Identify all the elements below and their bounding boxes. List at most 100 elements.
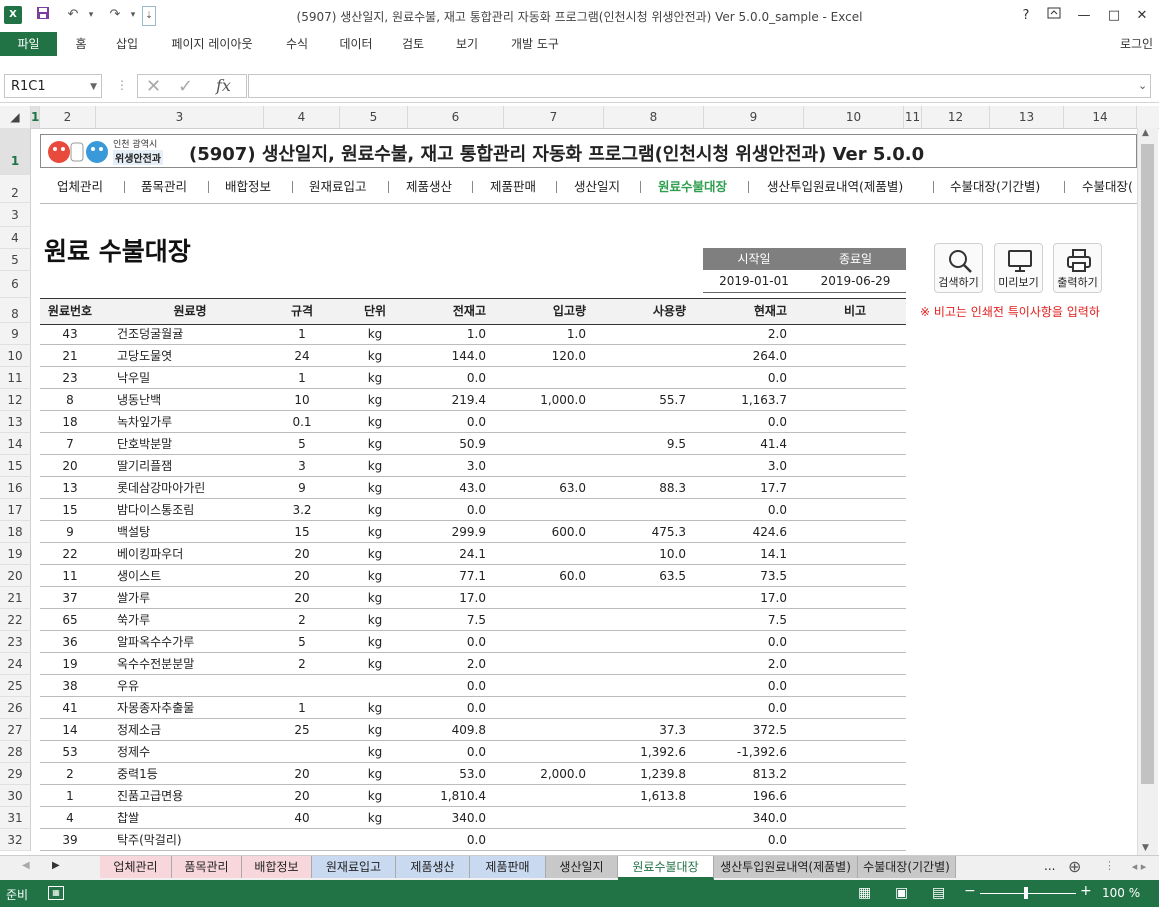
tab-page-layout[interactable]: 페이지 레이아웃 [160,32,264,56]
select-all-corner[interactable]: ◢ [0,106,31,128]
column-header[interactable]: 10 [804,106,904,128]
row-header[interactable]: 8 [0,298,31,323]
cell-current-stock[interactable]: 3.0 [700,455,787,477]
cell-received[interactable] [500,675,586,697]
cell-remarks[interactable] [800,741,910,763]
tab-data[interactable]: 데이터 [334,32,378,56]
cell-used[interactable] [600,807,686,829]
cell-unit[interactable]: kg [345,763,405,785]
cell-unit[interactable]: kg [345,345,405,367]
cell-received[interactable] [500,785,586,807]
cell-unit[interactable] [345,829,405,851]
cell-spec[interactable]: 20 [272,785,332,807]
cell-used[interactable] [600,367,686,389]
cell-spec[interactable]: 1 [272,323,332,345]
cell-material-name[interactable]: 녹차잎가루 [117,411,277,433]
cell-unit[interactable]: kg [345,455,405,477]
row-header[interactable]: 22 [0,609,31,631]
cell-remarks[interactable] [800,829,910,851]
cell-prev-stock[interactable]: 43.0 [400,477,486,499]
cell-material-name[interactable]: 밤다이스통조림 [117,499,277,521]
table-row[interactable]: 21 고당도물엿 24 kg 144.0 120.0 264.0 [40,345,906,367]
cell-spec[interactable]: 3.2 [272,499,332,521]
cell-received[interactable]: 120.0 [500,345,586,367]
cell-prev-stock[interactable]: 0.0 [400,829,486,851]
cell-current-stock[interactable]: -1,392.6 [700,741,787,763]
cell-current-stock[interactable]: 0.0 [700,367,787,389]
cell-material-no[interactable]: 9 [40,521,100,543]
row-header[interactable]: 14 [0,433,31,455]
cell-spec[interactable]: 20 [272,565,332,587]
end-date-field[interactable]: 2019-06-29 [805,270,906,293]
column-header[interactable]: 9 [704,106,804,128]
next-sheet-icon[interactable]: ▶ [52,860,60,871]
name-box[interactable]: R1C1 ▼ [4,74,102,98]
cell-material-name[interactable]: 옥수수전분분말 [117,653,277,675]
cell-received[interactable] [500,499,586,521]
table-row[interactable]: 39 탁주(막걸리) 0.0 0.0 [40,829,906,851]
cell-material-name[interactable]: 딸기리플잼 [117,455,277,477]
cell-material-name[interactable]: 찹쌀 [117,807,277,829]
hscroll-icon[interactable]: ◂ ▸ [1124,857,1154,877]
cell-spec[interactable] [272,675,332,697]
cell-received[interactable] [500,697,586,719]
cell-used[interactable]: 475.3 [600,521,686,543]
cell-remarks[interactable] [800,543,910,565]
cell-prev-stock[interactable]: 17.0 [400,587,486,609]
cell-prev-stock[interactable]: 0.0 [400,741,486,763]
cell-current-stock[interactable]: 0.0 [700,411,787,433]
cell-unit[interactable]: kg [345,741,405,763]
cell-material-no[interactable]: 1 [40,785,100,807]
cell-received[interactable] [500,631,586,653]
row-header[interactable]: 16 [0,477,31,499]
cell-material-name[interactable]: 우유 [117,675,277,697]
cell-unit[interactable]: kg [345,697,405,719]
sheet-tab[interactable]: 생산투입원료내역(제품별) [714,856,858,878]
cell-material-no[interactable]: 18 [40,411,100,433]
row-header[interactable]: 9 [0,323,31,345]
cell-material-name[interactable]: 탁주(막걸리) [117,829,277,851]
cell-spec[interactable]: 2 [272,609,332,631]
column-header[interactable]: 5 [340,106,408,128]
cell-material-name[interactable]: 생이스트 [117,565,277,587]
more-sheets-button[interactable]: ... [1044,859,1055,873]
cell-received[interactable] [500,433,586,455]
table-row[interactable]: 4 찹쌀 40 kg 340.0 340.0 [40,807,906,829]
page-break-view-icon[interactable]: ▤ [932,885,945,901]
preview-button[interactable]: 미리보기 [994,243,1043,293]
cell-received[interactable]: 1.0 [500,323,586,345]
cell-material-name[interactable]: 베이킹파우더 [117,543,277,565]
cell-prev-stock[interactable]: 50.9 [400,433,486,455]
cell-received[interactable] [500,653,586,675]
row-header[interactable]: 31 [0,807,31,829]
row-header[interactable]: 29 [0,763,31,785]
cell-material-no[interactable]: 19 [40,653,100,675]
column-header[interactable]: 14 [1064,106,1137,128]
enter-icon[interactable]: ✓ [178,76,193,97]
cell-current-stock[interactable]: 0.0 [700,697,787,719]
cell-current-stock[interactable]: 14.1 [700,543,787,565]
cell-material-no[interactable]: 14 [40,719,100,741]
vertical-scrollbar[interactable]: ▲ ▼ [1137,128,1158,855]
cell-prev-stock[interactable]: 3.0 [400,455,486,477]
cell-received[interactable] [500,543,586,565]
column-header[interactable]: 8 [604,106,704,128]
cell-current-stock[interactable]: 7.5 [700,609,787,631]
cell-prev-stock[interactable]: 340.0 [400,807,486,829]
row-header[interactable]: 28 [0,741,31,763]
cell-unit[interactable]: kg [345,323,405,345]
cell-used[interactable]: 63.5 [600,565,686,587]
cell-unit[interactable]: kg [345,433,405,455]
cell-material-name[interactable]: 롯데삼강마아가린 [117,477,277,499]
row-header[interactable]: 24 [0,653,31,675]
cell-material-no[interactable]: 36 [40,631,100,653]
row-header[interactable]: 26 [0,697,31,719]
sheet-tab[interactable]: 수불대장(기간별) [858,856,956,878]
cell-material-name[interactable]: 건조덩굴월귤 [117,323,277,345]
cell-received[interactable] [500,367,586,389]
table-row[interactable]: 65 쑥가루 2 kg 7.5 7.5 [40,609,906,631]
table-row[interactable]: 37 쌀가루 20 kg 17.0 17.0 [40,587,906,609]
cell-current-stock[interactable]: 41.4 [700,433,787,455]
tab-view[interactable]: 보기 [450,32,484,56]
cell-material-name[interactable]: 백설탕 [117,521,277,543]
